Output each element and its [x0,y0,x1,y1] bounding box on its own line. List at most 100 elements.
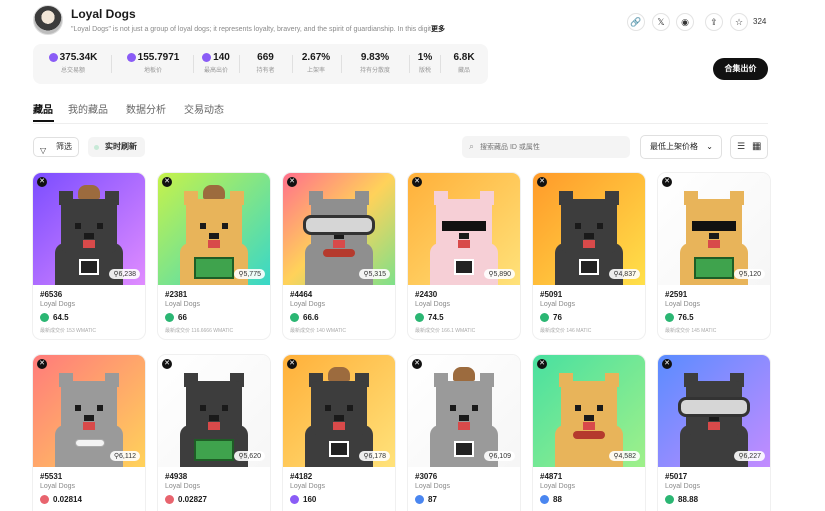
x-icon[interactable]: 𝕏 [652,13,670,31]
live-refresh-toggle[interactable]: 实时刷新 [88,137,145,157]
link-icon[interactable]: 🔗 [627,13,645,31]
nft-name: #3076 [415,472,438,481]
matic-icon [126,53,136,62]
nft-image: ✕ ⚲5,775 [158,173,270,285]
sort-dropdown[interactable]: 最低上架价格 ⌄ [640,135,722,159]
chain-badge-icon: ✕ [412,359,422,369]
stat-label: 上架率 [306,68,325,74]
nft-image: ✕ ⚲4,582 [533,355,645,467]
nft-card[interactable]: ✕ ⚲6,178 #4182 Loyal Dogs 160 [283,355,395,511]
dog-mouth [208,422,220,430]
nft-card[interactable]: ✕ ⚲5,315 #4464 Loyal Dogs 66.6 最新成交价 140 WMAT… [283,173,395,339]
chain-badge-icon: ✕ [537,359,547,369]
list-view-icon[interactable]: ☰ [737,141,745,152]
nft-card[interactable]: ✕ ⚲5,775 #2381 Loyal Dogs 66 最新成交价 116.6666 W… [158,173,270,339]
stat-label: 持有分散度 [359,68,390,74]
stat-value: 155.7971 [137,52,180,63]
grid-view-icon[interactable]: ▦ [752,141,761,152]
sort-label: 最低上架价格 [650,142,698,151]
nft-card[interactable]: ✕ ⚲5,890 #2430 Loyal Dogs 74.5 最新成交价 166.1 WM… [408,173,520,339]
rarity-badge: ⚲6,178 [359,451,390,461]
nft-price: 66.6 [290,313,319,322]
nft-card[interactable]: ✕ ⚲6,112 #5531 Loyal Dogs 0.02814 [33,355,145,511]
dog-eye [200,405,206,411]
nft-name: #4938 [165,472,188,481]
nft-name: #2430 [415,290,438,299]
nft-collection: Loyal Dogs [415,483,451,490]
sunglasses-accessory [442,221,486,231]
last-sale: 最新成交价 166.1 WMATIC [415,328,476,334]
currency-icon [165,495,174,504]
dog-mouth [583,422,595,430]
nft-price: 160 [290,495,316,504]
currency-icon [415,313,424,322]
nft-collection: Loyal Dogs [40,301,76,308]
nft-card[interactable]: ✕ ⚲4,582 #4871 Loyal Dogs 88 [533,355,645,511]
rarity-badge: ⚲5,120 [734,269,765,279]
dog-nose [584,415,594,421]
price-value: 88 [553,495,562,504]
collection-title: Loyal Dogs [71,7,136,21]
bone-prop [75,439,105,447]
stat-value: 669 [257,52,274,63]
search-input[interactable] [480,136,625,158]
currency-icon [290,313,299,322]
chevron-down-icon: ⌄ [706,142,713,151]
nft-card[interactable]: ✕ ⚲4,837 #5091 Loyal Dogs 76 最新成交价 146 MATIC [533,173,645,339]
chain-badge-icon: ✕ [662,359,672,369]
stat-value: 2.67% [301,52,331,63]
share-icon[interactable]: ⇪ [705,13,723,31]
price-value: 0.02814 [53,495,82,504]
currency-icon [540,313,549,322]
dog-mouth [83,240,95,248]
view-toggle: ☰ ▦ [730,135,768,159]
chain-badge-icon: ✕ [162,359,172,369]
more-link[interactable]: 更多 [431,26,445,33]
nft-card[interactable]: ✕ ⚲6,109 #3076 Loyal Dogs 87 [408,355,520,511]
stat-label: 版税 [418,68,431,74]
tab-my-items[interactable]: 我的藏品 [68,101,108,116]
dog-mouth [458,422,470,430]
stat-top-offer: 140 最高出价 [196,52,236,74]
currency-icon [165,313,174,322]
dog-eye [222,223,228,229]
filter-button[interactable]: ▽ 筛选 [33,137,79,157]
rarity-value: 5,620 [243,453,261,460]
nft-price: 88.88 [665,495,698,504]
stat-royalty: 1% 版税 [413,52,437,74]
currency-icon [540,495,549,504]
rarity-value: 6,178 [368,453,386,460]
nft-card[interactable]: ✕ ⚲6,227 #5017 Loyal Dogs 88.88 [658,355,770,511]
dog-mouth [333,422,345,430]
nft-name: #2381 [165,290,188,299]
tab-items[interactable]: 藏品 [33,101,53,116]
tab-analytics[interactable]: 数据分析 [126,101,166,116]
tab-activity[interactable]: 交易动态 [184,101,224,116]
dog-eye [200,223,206,229]
nft-name: #4871 [540,472,563,481]
camera-prop [329,441,349,457]
dog-eye [472,405,478,411]
nft-image: ✕ ⚲6,112 [33,355,145,467]
book-prop [194,439,234,461]
nft-price: 66 [165,313,187,322]
nft-card[interactable]: ✕ ⚲5,620 #4938 Loyal Dogs 0.02827 [158,355,270,511]
rarity-badge: ⚲6,238 [109,269,140,279]
discord-icon[interactable]: ◉ [676,13,694,31]
rarity-badge: ⚲6,112 [109,451,140,461]
nft-name: #5531 [40,472,63,481]
nft-name: #2591 [665,290,688,299]
nft-card[interactable]: ✕ ⚲5,120 #2591 Loyal Dogs 76.5 最新成交价 145 MATI… [658,173,770,339]
dog-mouth [708,240,720,248]
nft-card[interactable]: ✕ ⚲6,238 #6536 Loyal Dogs 64.5 最新成交价 153 WMAT… [33,173,145,339]
currency-icon [40,495,49,504]
nft-price: 76.5 [665,313,694,322]
nft-price: 0.02814 [40,495,82,504]
star-icon[interactable]: ☆ [730,13,748,31]
dog-mouth [458,240,470,248]
collection-offer-button[interactable]: 合集出价 [713,58,768,80]
tab-bar: 藏品 我的藏品 数据分析 交易动态 [33,100,768,124]
dog-eye [325,405,331,411]
camera-prop [79,259,99,275]
rarity-value: 4,837 [618,271,636,278]
